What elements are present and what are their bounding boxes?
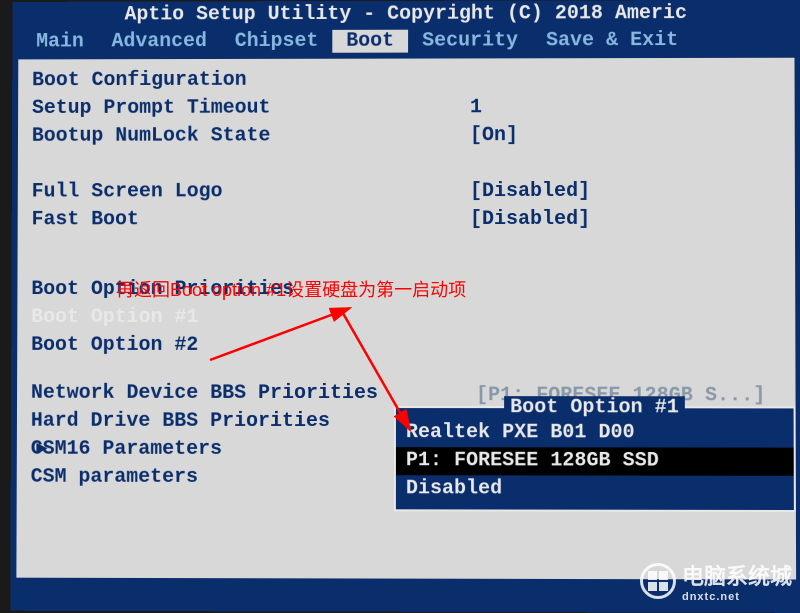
watermark-logo-icon <box>640 563 676 599</box>
popup-item-realtek[interactable]: Realtek PXE B01 D00 <box>396 419 794 448</box>
popup-item-foresee[interactable]: P1: FORESEE 128GB SSD <box>396 447 794 476</box>
menu-save-exit[interactable]: Save & Exit <box>532 29 692 52</box>
menu-security[interactable]: Security <box>408 29 532 52</box>
fast-boot-label: Fast Boot <box>32 206 470 234</box>
menu-chipset[interactable]: Chipset <box>221 30 333 53</box>
setup-prompt-label: Setup Prompt Timeout <box>32 94 470 123</box>
fullscreen-logo-label: Full Screen Logo <box>32 178 470 206</box>
spacer <box>31 234 781 276</box>
menu-main[interactable]: Main <box>22 30 97 53</box>
setup-prompt-value: 1 <box>470 94 482 122</box>
bios-title: Aptio Setup Utility - Copyright (C) 2018… <box>12 0 800 29</box>
arrow-2-icon <box>330 300 450 450</box>
numlock-value: [On] <box>470 122 518 150</box>
watermark: 电脑系统城 dnxtc.net <box>640 559 792 603</box>
row-numlock[interactable]: Bootup NumLock State [On] <box>32 122 781 151</box>
submenu-marker-icon: ▸ <box>37 436 47 464</box>
popup-title: Boot Option #1 <box>396 396 794 419</box>
watermark-sub: dnxtc.net <box>682 591 792 603</box>
watermark-text: 电脑系统城 <box>682 559 792 591</box>
fullscreen-logo-value: [Disabled] <box>470 178 590 206</box>
spacer <box>32 150 781 179</box>
section-boot-config: Boot Configuration <box>32 66 781 95</box>
row-fullscreen-logo[interactable]: Full Screen Logo [Disabled] <box>32 178 781 207</box>
menu-advanced[interactable]: Advanced <box>98 30 221 53</box>
numlock-label: Bootup NumLock State <box>32 122 470 151</box>
boot-option-popup: Boot Option #1 Realtek PXE B01 D00 P1: F… <box>394 406 796 512</box>
annotation-text: 再返回Boot option #1设置硬盘为第一启动项 <box>116 276 466 302</box>
row-setup-prompt[interactable]: Setup Prompt Timeout 1 <box>32 94 781 123</box>
menu-bar: Main Advanced Chipset Boot Security Save… <box>12 27 800 60</box>
menu-boot[interactable]: Boot <box>332 30 408 53</box>
fast-boot-value: [Disabled] <box>470 206 590 234</box>
row-fast-boot[interactable]: Fast Boot [Disabled] <box>32 206 781 235</box>
popup-item-disabled[interactable]: Disabled <box>396 475 794 504</box>
